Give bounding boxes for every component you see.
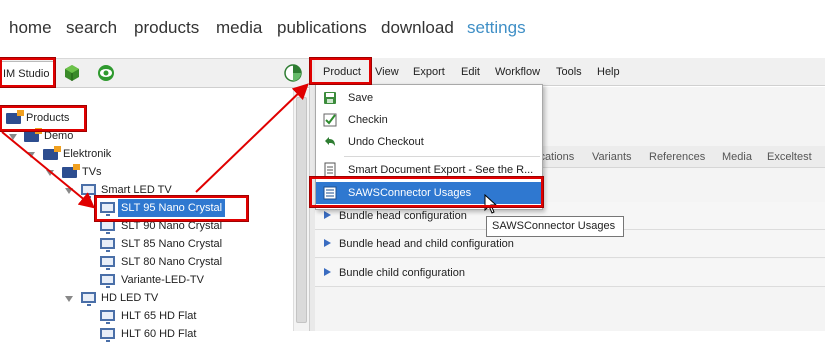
menu-separator	[344, 156, 540, 157]
checkin-icon	[323, 113, 337, 127]
expand-arrow-icon	[324, 239, 331, 247]
tab-exceltest[interactable]: Exceltest	[767, 151, 812, 163]
expand-toggle-icon[interactable]	[9, 134, 17, 140]
menu-edit[interactable]: Edit	[461, 66, 480, 78]
tv-icon	[100, 328, 115, 342]
tree-node-tvs[interactable]: TVs	[60, 163, 120, 181]
tooltip: SAWSConnector Usages	[486, 216, 624, 237]
highlight-products-node	[0, 106, 86, 131]
menu-export[interactable]: Export	[413, 66, 445, 78]
tv-icon	[100, 310, 115, 324]
menu-help[interactable]: Help	[597, 66, 620, 78]
tree-scrollbar[interactable]	[293, 89, 309, 331]
menu-tools[interactable]: Tools	[556, 66, 582, 78]
menu-item-save[interactable]: Save	[316, 87, 542, 109]
top-navigation: home search products media publications …	[0, 0, 825, 56]
tab-media[interactable]: Media	[722, 151, 752, 163]
folder-icon	[24, 128, 42, 142]
folder-icon	[43, 146, 61, 160]
nav-settings-link[interactable]: settings	[467, 18, 526, 38]
tab-variants[interactable]: Variants	[592, 151, 632, 163]
highlight-slt95-node	[95, 196, 248, 221]
tv-icon	[100, 238, 115, 252]
undo-icon	[325, 137, 335, 146]
tree-node-hlt65[interactable]: HLT 65 HD Flat	[98, 307, 238, 325]
document-icon	[324, 162, 336, 178]
tree-node-hlt60[interactable]: HLT 60 HD Flat	[98, 325, 238, 343]
save-icon	[324, 92, 336, 104]
scrollbar-thumb[interactable]	[296, 97, 307, 323]
menu-item-checkin[interactable]: Checkin	[316, 109, 542, 131]
nav-products-link[interactable]: products	[134, 18, 199, 38]
tree-node-hd-led-tv[interactable]: HD LED TV	[79, 289, 189, 307]
expand-toggle-icon[interactable]	[65, 296, 73, 302]
tv-icon	[100, 220, 115, 234]
expand-toggle-icon[interactable]	[27, 152, 35, 158]
cube-icon[interactable]	[63, 64, 81, 82]
nav-home-link[interactable]: home	[9, 18, 52, 38]
tree-node-elektronik[interactable]: Elektronik	[41, 145, 131, 163]
expand-arrow-icon	[324, 211, 331, 219]
highlight-studio-tab	[0, 58, 55, 87]
section-bundle-child[interactable]: Bundle child configuration	[315, 259, 825, 287]
menu-workflow[interactable]: Workflow	[495, 66, 540, 78]
tab-references[interactable]: References	[649, 151, 705, 163]
tv-icon	[81, 292, 96, 306]
expand-toggle-icon[interactable]	[46, 170, 54, 176]
nav-media-link[interactable]: media	[216, 18, 262, 38]
highlight-sawsconnector-item	[310, 177, 543, 207]
highlight-product-menu	[310, 58, 371, 84]
tree-node-variante-led-tv[interactable]: Variante-LED-TV	[98, 271, 238, 289]
menu-item-undo-checkout[interactable]: Undo Checkout	[316, 131, 542, 153]
tv-icon	[81, 184, 96, 198]
nav-search-link[interactable]: search	[66, 18, 117, 38]
tree-node-slt80[interactable]: SLT 80 Nano Crystal	[98, 253, 238, 271]
pie-chart-icon[interactable]	[284, 64, 302, 82]
expand-toggle-icon[interactable]	[65, 188, 73, 194]
menu-bar: Product View Export Edit Workflow Tools …	[315, 58, 825, 86]
tv-icon	[100, 256, 115, 270]
tv-icon	[100, 274, 115, 288]
nav-publications-link[interactable]: publications	[277, 18, 367, 38]
nav-download-link[interactable]: download	[381, 18, 454, 38]
eye-icon[interactable]	[97, 64, 115, 82]
menu-view[interactable]: View	[375, 66, 399, 78]
folder-icon	[62, 164, 80, 178]
expand-arrow-icon	[324, 268, 331, 276]
tree-node-slt85[interactable]: SLT 85 Nano Crystal	[98, 235, 238, 253]
